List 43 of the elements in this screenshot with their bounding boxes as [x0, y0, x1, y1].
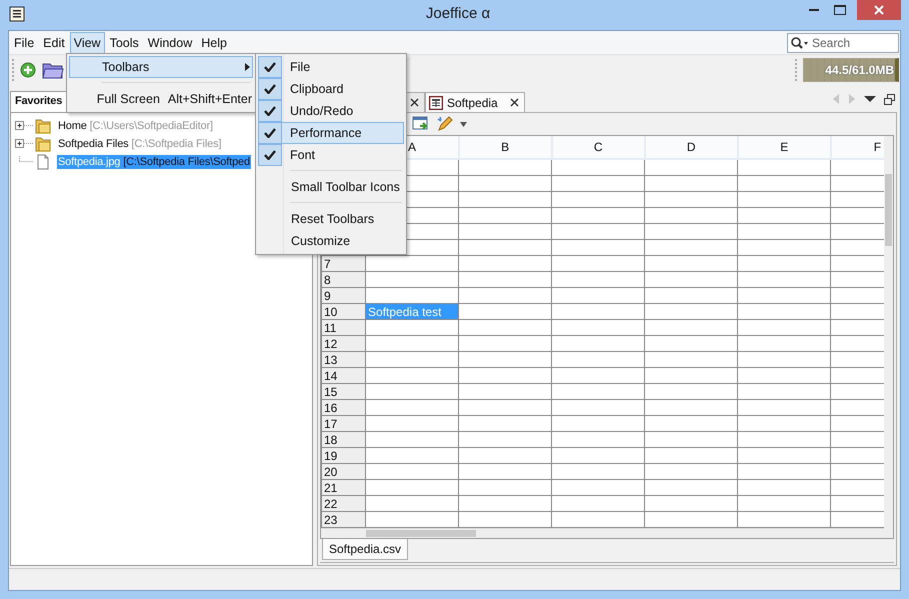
row-header[interactable]: 13: [322, 352, 366, 368]
row-header[interactable]: 15: [322, 384, 366, 400]
menu-item[interactable]: Window: [144, 32, 196, 54]
row-header[interactable]: 8: [322, 272, 366, 288]
menu-item[interactable]: Customize: [258, 230, 404, 252]
menu-item[interactable]: Full Screen Alt+Shift+Enter: [69, 88, 253, 110]
menu-item[interactable]: View: [70, 32, 105, 54]
column-header[interactable]: C: [552, 136, 645, 160]
row-header[interactable]: 21: [322, 480, 366, 496]
menu-item[interactable]: Toolbars: [69, 56, 253, 78]
row-header[interactable]: 7: [322, 256, 366, 272]
menu-item[interactable]: Clipboard: [258, 78, 404, 100]
menu-item[interactable]: Tools: [106, 32, 143, 54]
row-header[interactable]: 16: [322, 400, 366, 416]
tree-item[interactable]: Softpedia.jpg [C:\Softpedia Files\Softped: [57, 155, 251, 169]
menu-item[interactable]: Small Toolbar Icons: [258, 176, 404, 198]
row-header[interactable]: 10: [322, 304, 366, 320]
menu-item[interactable]: File: [258, 56, 404, 78]
column-header[interactable]: F: [830, 136, 884, 160]
row-header[interactable]: 18: [322, 432, 366, 448]
row-header[interactable]: 9: [322, 288, 366, 304]
menu-item[interactable]: Reset Toolbars: [258, 208, 404, 230]
row-header[interactable]: 14: [322, 368, 366, 384]
column-header[interactable]: D: [644, 136, 738, 160]
tree-item[interactable]: Softpedia Files [C:\Softpedia Files]: [57, 137, 222, 151]
row-header[interactable]: 11: [322, 320, 366, 336]
sheet-tab[interactable]: Softpedia.csv: [322, 539, 408, 560]
menu-item[interactable]: Undo/Redo: [258, 100, 404, 122]
menu-item[interactable]: Performance: [258, 122, 404, 144]
menu-item[interactable]: File: [10, 32, 38, 54]
menu-item[interactable]: Help: [197, 32, 231, 54]
column-header[interactable]: E: [738, 136, 831, 160]
row-header[interactable]: 23: [322, 512, 366, 528]
tree-item[interactable]: Home [C:\Users\SoftpediaEditor]: [57, 119, 214, 133]
row-header[interactable]: 19: [322, 448, 366, 464]
column-header[interactable]: B: [458, 136, 552, 160]
row-header[interactable]: 17: [322, 416, 366, 432]
row-header[interactable]: 20: [322, 464, 366, 480]
window-title: Joeffice α: [424, 4, 492, 22]
editor-tab[interactable]: Softpedia: [425, 92, 525, 112]
menu-item[interactable]: Edit: [39, 32, 69, 54]
row-header[interactable]: 22: [322, 496, 366, 512]
row-header[interactable]: 12: [322, 336, 366, 352]
